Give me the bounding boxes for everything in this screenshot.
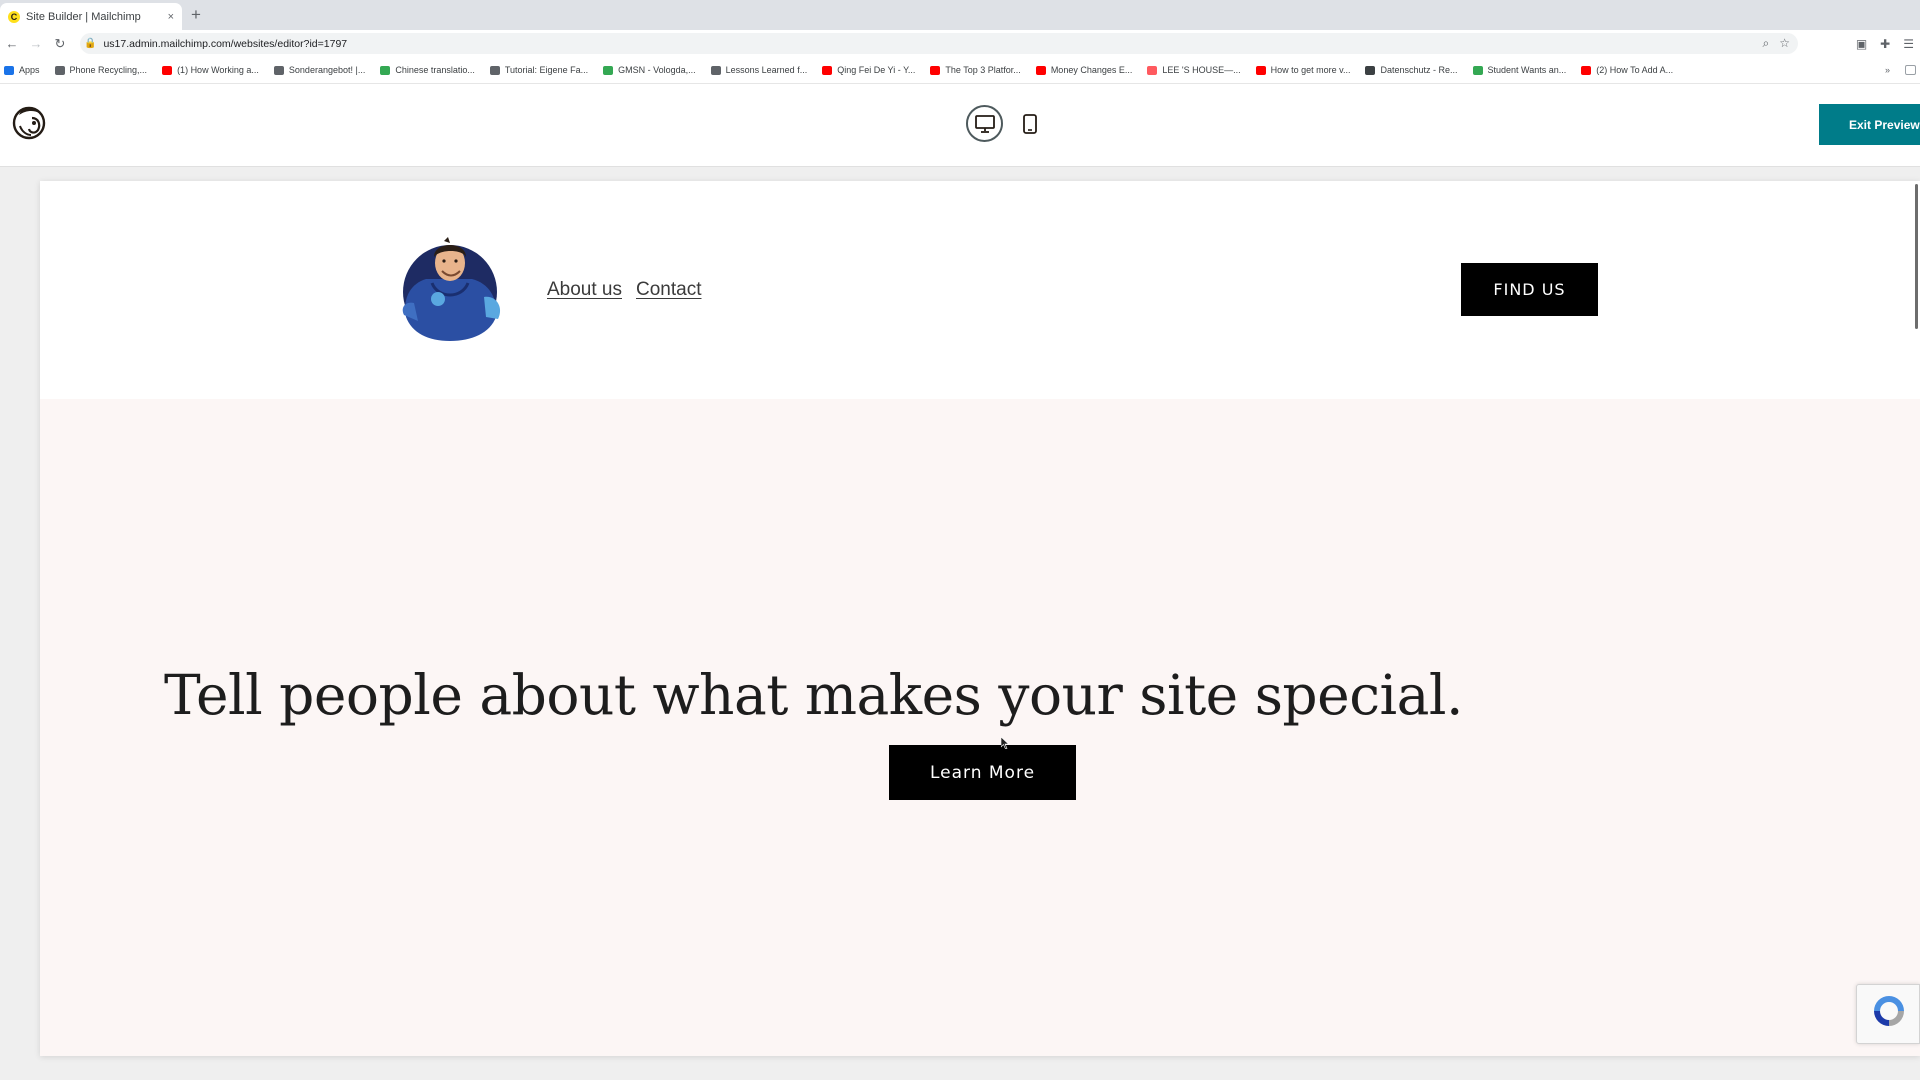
bookmark-icon (1365, 65, 1376, 75)
bookmark-label: Lessons Learned f... (725, 65, 808, 75)
hash-icon (489, 65, 500, 75)
bookmark-item[interactable]: Lessons Learned f... (710, 65, 808, 75)
new-tab-button[interactable]: + (191, 6, 201, 24)
reading-list-folder-icon[interactable] (1905, 65, 1916, 75)
bookmark-label: (2) How To Add A... (1596, 65, 1674, 75)
mobile-phone-icon (1022, 113, 1037, 134)
youtube-icon (1581, 65, 1592, 75)
mailchimp-favicon-icon: C (8, 10, 20, 23)
address-bar[interactable]: 🔒 us17.admin.mailchimp.com/websites/edit… (80, 33, 1798, 54)
bookmark-label: GMSN - Vologda,... (618, 65, 696, 75)
bookmark-item[interactable]: Apps (4, 65, 40, 75)
bookmark-label: Qing Fei De Yi - Y... (837, 65, 916, 75)
bookmark-label: Apps (19, 65, 40, 75)
youtube-icon (1035, 65, 1046, 75)
bookmark-label: LEE 'S HOUSE—... (1162, 65, 1241, 75)
link-icon (710, 65, 721, 75)
bookmark-label: Datenschutz - Re... (1380, 65, 1458, 75)
bookmarks-overflow-icon[interactable]: » (1885, 65, 1890, 75)
browser-toolbar: ← → ↻ 🔒 us17.admin.mailchimp.com/website… (0, 30, 1920, 57)
forward-arrow-icon[interactable]: → (24, 36, 48, 51)
recaptcha-icon (1874, 996, 1904, 1026)
lock-icon: 🔒 (84, 38, 97, 49)
tab-close-icon[interactable]: × (168, 11, 174, 23)
youtube-icon (822, 65, 833, 75)
bookmark-label: Phone Recycling,... (69, 65, 148, 75)
bookmark-label: Sonderangebot! |... (288, 65, 366, 75)
learn-more-button[interactable]: Learn More (889, 745, 1076, 800)
bookmark-label: Money Changes E... (1050, 65, 1133, 75)
mobile-view-button[interactable] (1017, 105, 1042, 142)
bookmark-item[interactable]: Chinese translatio... (380, 65, 475, 75)
tab-title: Site Builder | Mailchimp (26, 10, 141, 23)
find-us-button[interactable]: FIND US (1461, 263, 1598, 316)
browser-tab-bar: C Site Builder | Mailchimp × + (0, 0, 1920, 30)
youtube-icon (1255, 65, 1266, 75)
bookmark-item[interactable]: How to get more v... (1255, 65, 1351, 75)
hero-section: Tell people about what makes your site s… (40, 399, 1920, 1056)
bookmark-item[interactable]: Phone Recycling,... (54, 65, 148, 75)
bookmark-item[interactable]: LEE 'S HOUSE—... (1147, 65, 1241, 75)
globe-icon (273, 65, 284, 75)
bookmark-star-icon[interactable]: ☆ (1779, 36, 1790, 51)
bookmark-label: How to get more v... (1270, 65, 1351, 75)
url-text: us17.admin.mailchimp.com/websites/editor… (103, 37, 348, 50)
puzzle-extensions-icon[interactable]: ✚ (1880, 37, 1890, 51)
extension-icon[interactable]: ▣ (1856, 37, 1867, 51)
recaptcha-badge[interactable] (1856, 984, 1920, 1044)
desktop-monitor-icon (974, 114, 995, 133)
mailchimp-logo-icon[interactable] (10, 102, 48, 142)
youtube-icon (930, 65, 941, 75)
bookmark-item[interactable]: Money Changes E... (1035, 65, 1133, 75)
globe-icon (1472, 65, 1483, 75)
bookmark-item[interactable]: (1) How Working a... (162, 65, 259, 75)
bookmark-label: Tutorial: Eigene Fa... (504, 65, 589, 75)
nav-link-contact[interactable]: Contact (636, 279, 701, 301)
bookmarks-bar: Apps Phone Recycling,... (1) How Working a… (0, 57, 1920, 84)
bookmark-label: Student Wants an... (1487, 65, 1567, 75)
reading-list-icon[interactable]: ☰ (1903, 37, 1914, 51)
bookmark-label: Chinese translatio... (395, 65, 475, 75)
bookmark-label: (1) How Working a... (177, 65, 259, 75)
desktop-view-button[interactable] (966, 105, 1003, 142)
search-icon (54, 65, 65, 75)
bookmark-item[interactable]: Datenschutz - Re... (1365, 65, 1458, 75)
bookmark-item[interactable]: Qing Fei De Yi - Y... (822, 65, 915, 75)
airbnb-icon (1147, 65, 1158, 75)
bookmark-item[interactable]: GMSN - Vologda,... (603, 65, 696, 75)
mouse-cursor-icon (1001, 737, 1009, 749)
view-mode-toggle (966, 105, 1042, 142)
site-nav: About us Contact (547, 279, 701, 301)
bookmark-item[interactable]: Tutorial: Eigene Fa... (489, 65, 589, 75)
editor-header: Exit Preview (0, 84, 1920, 166)
apps-grid-icon (4, 65, 14, 75)
zoom-icon[interactable]: ⌕ (1763, 36, 1770, 51)
bookmark-item[interactable]: The Top 3 Platfor... (930, 65, 1021, 75)
site-header: About us Contact FIND US (40, 181, 1920, 399)
exit-preview-button[interactable]: Exit Preview (1819, 104, 1920, 145)
reload-icon[interactable]: ↻ (48, 36, 72, 52)
globe-icon (380, 65, 391, 75)
bookmark-item[interactable]: Student Wants an... (1472, 65, 1567, 75)
hero-heading: Tell people about what makes your site s… (164, 663, 1463, 727)
back-arrow-icon[interactable]: ← (0, 36, 24, 51)
bookmark-label: The Top 3 Platfor... (945, 65, 1021, 75)
youtube-icon (162, 65, 173, 75)
page-scrollbar[interactable] (1915, 184, 1918, 329)
superhero-logo-image (402, 237, 501, 341)
nav-link-about-us[interactable]: About us (547, 279, 622, 301)
bookmark-item[interactable]: (2) How To Add A... (1581, 65, 1673, 75)
globe-icon (603, 65, 614, 75)
browser-tab[interactable]: C Site Builder | Mailchimp × (0, 3, 182, 30)
bookmark-item[interactable]: Sonderangebot! |... (273, 65, 366, 75)
site-preview-canvas: About us Contact FIND US Tell people abo… (40, 181, 1920, 1056)
